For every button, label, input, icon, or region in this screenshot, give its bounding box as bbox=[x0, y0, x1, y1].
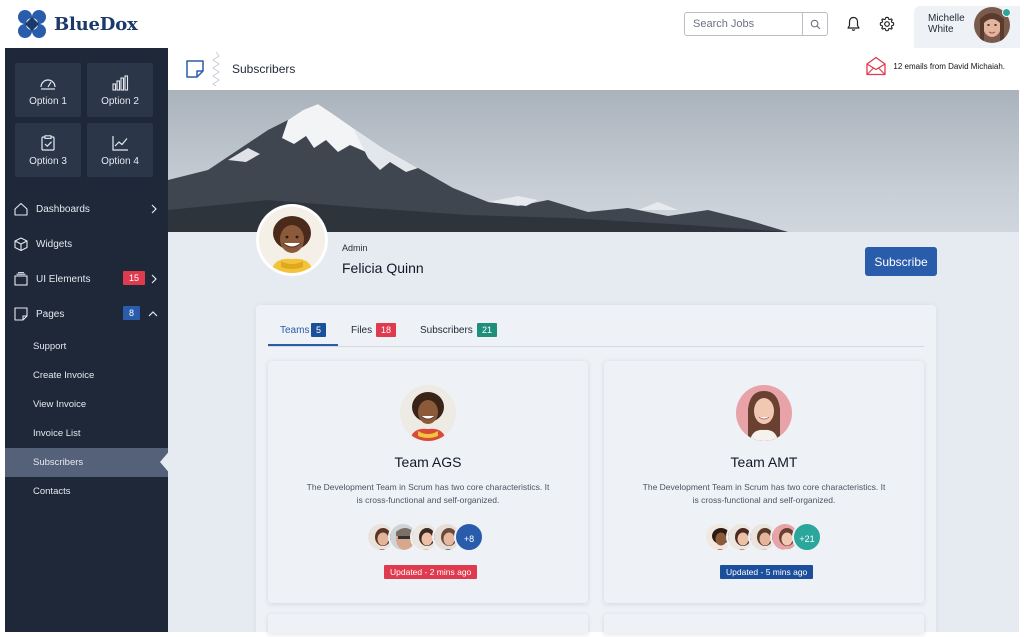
profile-name: Felicia Quinn bbox=[342, 260, 424, 276]
cube-icon bbox=[14, 237, 28, 251]
gauge-icon bbox=[40, 79, 56, 90]
search-box bbox=[684, 12, 828, 36]
tab-bar: Teams 5 Files 18 Subscribers 21 bbox=[268, 315, 924, 347]
subnav-item-invoice-list[interactable]: Invoice List bbox=[5, 419, 168, 448]
option-1-tile[interactable]: Option 1 bbox=[15, 63, 81, 117]
nav-label: Widgets bbox=[36, 239, 73, 250]
ui-elements-badge: 15 bbox=[123, 271, 146, 285]
gear-icon bbox=[879, 16, 895, 32]
subnav-label: Support bbox=[33, 341, 67, 352]
tab-count: 21 bbox=[477, 323, 498, 337]
nav-item-pages[interactable]: Pages 8 bbox=[5, 298, 168, 332]
nav-label: Dashboards bbox=[36, 204, 90, 215]
nav-item-widgets[interactable]: Widgets bbox=[5, 228, 168, 262]
nav-label: Pages bbox=[36, 309, 65, 320]
team-card-partial bbox=[604, 614, 924, 634]
tab-count: 18 bbox=[376, 323, 397, 337]
option-label: Option 1 bbox=[29, 96, 67, 107]
online-status-dot bbox=[1002, 8, 1011, 17]
option-label: Option 2 bbox=[101, 96, 139, 107]
subnav-item-support[interactable]: Support bbox=[5, 332, 168, 361]
notification-text: 12 emails from David Michaiah. bbox=[893, 62, 1005, 71]
user-name: Michelle White bbox=[928, 13, 965, 35]
top-bar: BlueDox Michelle White bbox=[0, 0, 1024, 48]
chevron-right-icon bbox=[151, 204, 157, 214]
brand-name: BlueDox bbox=[54, 13, 138, 35]
main-content: Subscribers 12 emails from David Michaia… bbox=[168, 48, 1019, 632]
subnav-label: Create Invoice bbox=[33, 370, 95, 381]
team-avatar bbox=[400, 385, 456, 441]
mail-open-icon bbox=[866, 56, 887, 76]
tab-count: 5 bbox=[311, 323, 327, 337]
tab-subscribers[interactable]: Subscribers 21 bbox=[408, 315, 508, 346]
trend-chart-icon bbox=[112, 136, 128, 151]
active-indicator bbox=[160, 448, 168, 476]
bluedox-logo-icon bbox=[18, 10, 46, 38]
home-icon bbox=[14, 202, 28, 216]
option-2-tile[interactable]: Option 2 bbox=[87, 63, 153, 117]
nav-item-ui-elements[interactable]: UI Elements 15 bbox=[5, 263, 168, 297]
subnav-item-view-invoice[interactable]: View Invoice bbox=[5, 390, 168, 419]
bar-chart-icon bbox=[112, 75, 129, 91]
updated-badge: Updated - 2 mins ago bbox=[384, 565, 478, 579]
subnav-label: Contacts bbox=[33, 486, 71, 497]
subnav-label: Subscribers bbox=[33, 457, 84, 468]
page-title: Subscribers bbox=[232, 62, 296, 76]
layers-icon bbox=[14, 272, 28, 286]
nav-label: UI Elements bbox=[36, 274, 91, 285]
tab-label: Files bbox=[351, 325, 373, 336]
member-avatars: +21 bbox=[704, 522, 828, 552]
subnav-label: View Invoice bbox=[33, 399, 87, 410]
team-description: The Development Team in Scrum has two co… bbox=[306, 482, 550, 505]
brand-logo[interactable]: BlueDox bbox=[16, 8, 138, 40]
option-4-tile[interactable]: Option 4 bbox=[87, 123, 153, 177]
pages-badge: 8 bbox=[123, 306, 141, 320]
clipboard-check-icon bbox=[41, 135, 55, 151]
subnav-item-create-invoice[interactable]: Create Invoice bbox=[5, 361, 168, 390]
more-members-button[interactable]: +21 bbox=[792, 522, 822, 552]
updated-badge: Updated - 5 mins ago bbox=[720, 565, 814, 579]
subscribe-button[interactable]: Subscribe bbox=[865, 247, 937, 276]
team-title: Team AGS bbox=[394, 454, 462, 470]
pages-icon bbox=[14, 307, 28, 321]
profile-avatar bbox=[256, 204, 328, 276]
subnav-label: Invoice List bbox=[33, 428, 81, 439]
profile-role: Admin bbox=[342, 243, 368, 253]
option-label: Option 4 bbox=[101, 156, 139, 167]
notifications-button[interactable] bbox=[843, 14, 863, 34]
tab-files[interactable]: Files 18 bbox=[340, 315, 404, 346]
chevron-right-icon bbox=[151, 274, 157, 284]
team-card[interactable]: Team AGS The Development Team in Scrum h… bbox=[268, 361, 588, 603]
user-menu[interactable]: Michelle White bbox=[914, 6, 1020, 48]
tab-label: Subscribers bbox=[420, 325, 473, 336]
tab-teams[interactable]: Teams 5 bbox=[268, 315, 338, 346]
settings-button[interactable] bbox=[877, 14, 897, 34]
teams-panel: Teams 5 Files 18 Subscribers 21 Team AGS… bbox=[256, 305, 936, 632]
member-avatars: +8 bbox=[366, 522, 490, 552]
team-card-partial bbox=[268, 614, 588, 634]
page-header: Subscribers 12 emails from David Michaia… bbox=[168, 48, 1019, 90]
tab-label: Teams bbox=[280, 325, 310, 336]
chevron-up-icon bbox=[148, 311, 158, 317]
team-title: Team AMT bbox=[730, 454, 798, 470]
option-3-tile[interactable]: Option 3 bbox=[15, 123, 81, 177]
more-members-button[interactable]: +8 bbox=[454, 522, 484, 552]
divider bbox=[212, 52, 220, 86]
nav-item-dashboards[interactable]: Dashboards bbox=[5, 193, 168, 227]
bell-icon bbox=[846, 16, 860, 31]
sidebar: Option 1 Option 2 Option 3 Option 4 Dash… bbox=[5, 48, 168, 632]
search-input[interactable] bbox=[685, 13, 802, 35]
search-button[interactable] bbox=[802, 13, 827, 35]
team-avatar bbox=[736, 385, 792, 441]
team-description: The Development Team in Scrum has two co… bbox=[642, 482, 886, 505]
subnav-item-subscribers[interactable]: Subscribers bbox=[5, 448, 168, 477]
subnav-item-contacts[interactable]: Contacts bbox=[5, 477, 168, 506]
email-notification[interactable]: 12 emails from David Michaiah. bbox=[866, 56, 1005, 76]
option-label: Option 3 bbox=[29, 156, 67, 167]
pages-icon bbox=[186, 60, 204, 78]
search-icon bbox=[810, 19, 820, 29]
team-card[interactable]: Team AMT The Development Team in Scrum h… bbox=[604, 361, 924, 603]
